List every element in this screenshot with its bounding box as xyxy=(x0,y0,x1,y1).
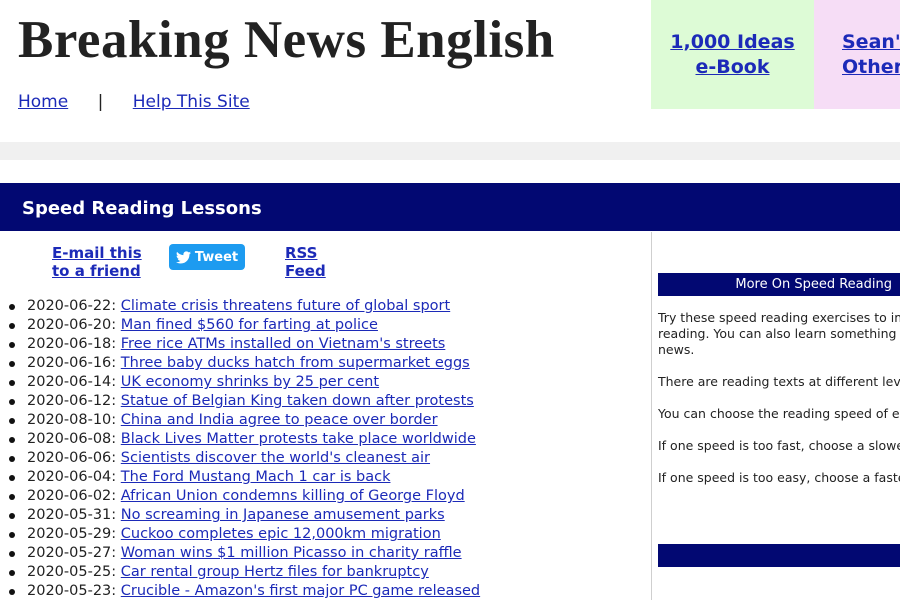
lesson-date: 2020-05-27: xyxy=(27,545,117,561)
tweet-label: Tweet xyxy=(194,249,239,265)
sidebar-paragraph: If one speed is too fast, choose a slowe… xyxy=(658,438,900,453)
list-item: 2020-05-31: No screaming in Japanese amu… xyxy=(8,506,480,525)
ideas-ebook-link[interactable]: 1,000 Ideas e-Book xyxy=(670,30,794,80)
sidebar-paragraph: If one speed is too easy, choose a faste… xyxy=(658,470,900,485)
sidebar-paragraph: Try these speed reading exercises to imp… xyxy=(658,310,900,357)
lesson-date: 2020-06-16: xyxy=(27,355,117,371)
list-item: 2020-06-12: Statue of Belgian King taken… xyxy=(8,392,480,411)
nav-home-link[interactable]: Home xyxy=(18,92,68,112)
list-item: 2020-05-29: Cuckoo completes epic 12,000… xyxy=(8,525,480,544)
email-friend-link[interactable]: E-mail this to a friend xyxy=(52,244,142,280)
lesson-link[interactable]: No screaming in Japanese amusement parks xyxy=(121,507,445,523)
lesson-date: 2020-06-12: xyxy=(27,393,117,409)
lesson-link[interactable]: Man fined $560 for farting at police xyxy=(121,317,378,333)
sidebar-heading: More On Speed Reading xyxy=(658,273,900,296)
lesson-date: 2020-06-18: xyxy=(27,336,117,352)
list-item: 2020-06-02: African Union condemns killi… xyxy=(8,487,480,506)
top-nav: Home | Help This Site xyxy=(18,92,250,112)
list-item: 2020-06-14: UK economy shrinks by 25 per… xyxy=(8,373,480,392)
lesson-link[interactable]: China and India agree to peace over bord… xyxy=(121,412,438,428)
lessons-list: 2020-06-22: Climate crisis threatens fut… xyxy=(0,297,480,601)
sidebar-paragraph: You can choose the reading speed of ea xyxy=(658,406,900,421)
list-item: 2020-08-10: China and India agree to pea… xyxy=(8,411,480,430)
lesson-link[interactable]: Statue of Belgian King taken down after … xyxy=(121,393,474,409)
lesson-date: 2020-06-08: xyxy=(27,431,117,447)
lesson-link[interactable]: Car rental group Hertz files for bankrup… xyxy=(121,564,429,580)
promo-sean-other: Sean' Other xyxy=(814,0,900,109)
tweet-button[interactable]: Tweet xyxy=(169,244,245,270)
site-title: Breaking News English xyxy=(18,11,555,69)
twitter-bird-icon xyxy=(175,250,191,263)
list-item: 2020-06-22: Climate crisis threatens fut… xyxy=(8,297,480,316)
sean-other-line1: Sean' xyxy=(842,30,900,53)
lesson-link[interactable]: Free rice ATMs installed on Vietnam's st… xyxy=(121,336,446,352)
rss-feed-link[interactable]: RSS Feed xyxy=(285,244,326,280)
lesson-date: 2020-06-06: xyxy=(27,450,117,466)
column-divider xyxy=(651,232,652,600)
list-item: 2020-05-25: Car rental group Hertz files… xyxy=(8,563,480,582)
lesson-date: 2020-06-02: xyxy=(27,488,117,504)
lesson-date: 2020-06-04: xyxy=(27,469,117,485)
lesson-link[interactable]: Scientists discover the world's cleanest… xyxy=(121,450,430,466)
lesson-link[interactable]: Climate crisis threatens future of globa… xyxy=(121,298,450,314)
section-title: Speed Reading Lessons xyxy=(22,198,262,219)
sean-other-line2: Other xyxy=(842,55,900,78)
lesson-link[interactable]: Crucible - Amazon's first major PC game … xyxy=(121,583,480,599)
share-row: E-mail this to a friend Tweet RSS Feed xyxy=(0,244,650,284)
lesson-link[interactable]: African Union condemns killing of George… xyxy=(121,488,465,504)
lesson-link[interactable]: Cuckoo completes epic 12,000km migration xyxy=(121,526,441,542)
ideas-ebook-line1: 1,000 Ideas xyxy=(670,30,795,53)
sidebar-paragraph: There are reading texts at different lev… xyxy=(658,374,900,389)
lesson-link[interactable]: The Ford Mustang Mach 1 car is back xyxy=(121,469,391,485)
sean-other-link[interactable]: Sean' Other xyxy=(842,30,900,80)
lesson-date: 2020-05-31: xyxy=(27,507,117,523)
lesson-link[interactable]: Woman wins $1 million Picasso in charity… xyxy=(121,545,462,561)
list-item: 2020-06-18: Free rice ATMs installed on … xyxy=(8,335,480,354)
sidebar-bar xyxy=(658,544,900,567)
lesson-date: 2020-05-25: xyxy=(27,564,117,580)
lesson-link[interactable]: Black Lives Matter protests take place w… xyxy=(121,431,476,447)
lesson-date: 2020-05-29: xyxy=(27,526,117,542)
lesson-link[interactable]: Three baby ducks hatch from supermarket … xyxy=(121,355,470,371)
list-item: 2020-06-16: Three baby ducks hatch from … xyxy=(8,354,480,373)
nav-help-link[interactable]: Help This Site xyxy=(133,92,250,112)
list-item: 2020-06-04: The Ford Mustang Mach 1 car … xyxy=(8,468,480,487)
list-item: 2020-06-06: Scientists discover the worl… xyxy=(8,449,480,468)
list-item: 2020-06-20: Man fined $560 for farting a… xyxy=(8,316,480,335)
lesson-link[interactable]: UK economy shrinks by 25 per cent xyxy=(121,374,379,390)
list-item: 2020-06-08: Black Lives Matter protests … xyxy=(8,430,480,449)
grey-divider-strip xyxy=(0,142,900,160)
lesson-date: 2020-06-22: xyxy=(27,298,117,314)
list-item: 2020-05-23: Crucible - Amazon's first ma… xyxy=(8,582,480,601)
ideas-ebook-line2: e-Book xyxy=(695,55,770,78)
lesson-date: 2020-06-14: xyxy=(27,374,117,390)
promo-ideas-ebook: 1,000 Ideas e-Book xyxy=(651,0,814,109)
nav-separator: | xyxy=(97,92,104,112)
section-title-bar: Speed Reading Lessons xyxy=(0,183,900,231)
list-item: 2020-05-27: Woman wins $1 million Picass… xyxy=(8,544,480,563)
lesson-date: 2020-05-23: xyxy=(27,583,117,599)
lesson-date: 2020-08-10: xyxy=(27,412,117,428)
sidebar-text: Try these speed reading exercises to imp… xyxy=(658,310,900,502)
lesson-date: 2020-06-20: xyxy=(27,317,117,333)
